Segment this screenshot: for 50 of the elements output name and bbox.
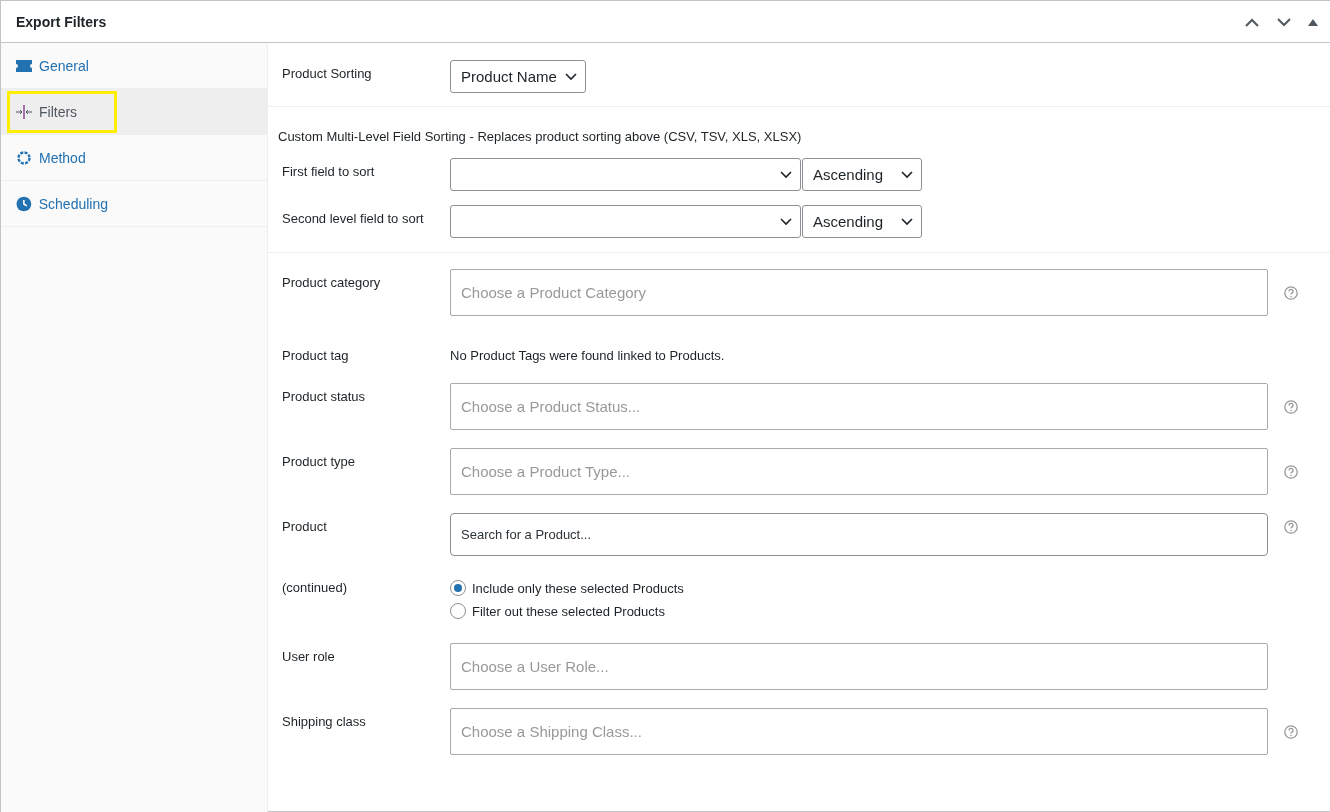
radio-button[interactable]	[450, 580, 466, 596]
help-icon[interactable]	[1284, 400, 1298, 414]
field-label: Product type	[282, 453, 356, 469]
sidebar-tab[interactable]: Method	[7, 136, 117, 179]
help-icon[interactable]	[1284, 465, 1298, 479]
chevron-down-icon	[780, 170, 792, 179]
sorting-dropdown[interactable]: Product Name	[450, 60, 586, 93]
chevron-down-icon	[901, 170, 913, 179]
field-dropdown[interactable]	[450, 205, 801, 238]
field-label: Shipping class	[282, 713, 367, 729]
field-label: Product	[282, 518, 328, 534]
field-label: Product Sorting	[282, 65, 373, 81]
sidebar-tab[interactable]: Scheduling	[7, 182, 117, 225]
radio-label: Include only these selected Products	[472, 580, 684, 596]
multiselect-field[interactable]: Choose a Shipping Class...	[450, 708, 1268, 755]
multiselect-field[interactable]: Choose a Product Type...	[450, 448, 1268, 495]
sidebar-tab[interactable]: Filters	[7, 90, 117, 133]
multiselect-field[interactable]: Choose a User Role...	[450, 643, 1268, 690]
order-dropdown[interactable]: Ascending	[802, 158, 922, 191]
multiselect-field[interactable]: Choose a Product Category	[450, 269, 1268, 316]
help-icon[interactable]	[1284, 286, 1298, 300]
chevron-up-icon	[1244, 16, 1260, 27]
help-icon[interactable]	[1284, 520, 1298, 534]
order-dropdown[interactable]: Ascending	[802, 205, 922, 238]
field-label: Product category	[282, 274, 382, 290]
field-label: (continued)	[282, 579, 349, 595]
search-field[interactable]: Search for a Product...	[450, 513, 1268, 556]
ticket-icon	[16, 58, 32, 73]
chevron-down-icon	[564, 72, 577, 81]
gear-icon	[16, 149, 32, 166]
clock-icon	[16, 195, 32, 212]
field-label: Product tag	[282, 347, 350, 363]
info-text: No Product Tags were found linked to Products.	[450, 347, 725, 363]
radio-button[interactable]	[450, 603, 466, 619]
multiselect-field[interactable]: Choose a Product Status...	[450, 383, 1268, 430]
arrows-inward-icon	[16, 103, 32, 120]
section-note: Custom Multi-Level Field Sorting - Replaces product sorting above (CSV, TSV, XLS, XLSX)	[278, 129, 803, 144]
panel-title: Export Filters	[16, 13, 107, 30]
chevron-down-icon	[780, 217, 792, 226]
chevron-down-icon	[901, 217, 913, 226]
radio-label: Filter out these selected Products	[472, 603, 665, 619]
field-label: User role	[282, 648, 336, 664]
field-label: Product status	[282, 388, 367, 404]
field-label: First field to sort	[282, 163, 376, 179]
sidebar-tab[interactable]: General	[7, 44, 117, 87]
field-dropdown[interactable]	[450, 158, 801, 191]
field-label: Second level field to sort	[282, 210, 425, 226]
triangle-up-icon	[1308, 17, 1318, 26]
chevron-down-icon	[1276, 16, 1292, 27]
help-icon[interactable]	[1284, 725, 1298, 739]
